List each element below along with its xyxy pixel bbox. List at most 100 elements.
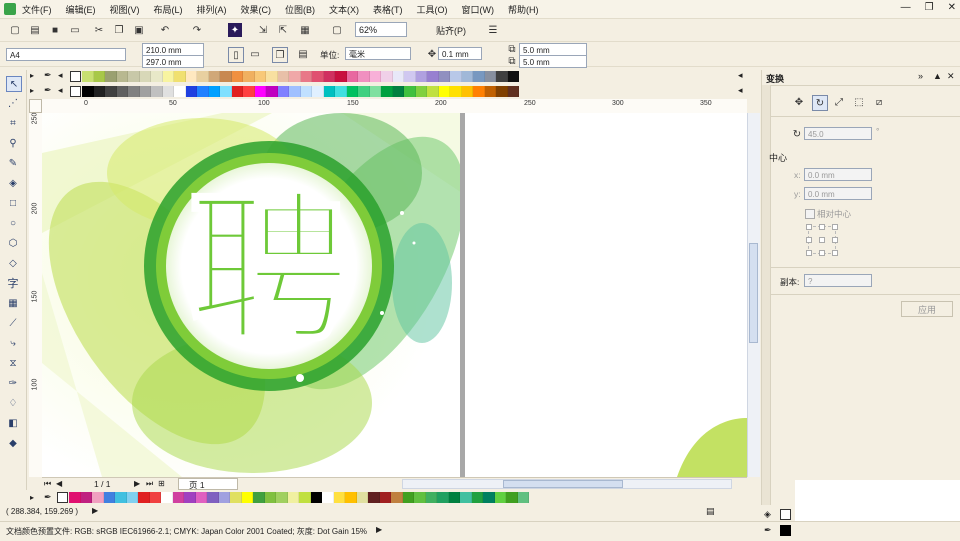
color-swatch[interactable] [450, 71, 462, 82]
export-icon[interactable]: ⇱ [276, 23, 290, 37]
color-swatch[interactable] [161, 492, 173, 503]
color-swatch[interactable] [484, 86, 496, 97]
color-swatch[interactable] [404, 71, 416, 82]
horizontal-ruler[interactable]: 0 50 100 150 200 250 300 350 [42, 99, 747, 114]
center-y-field[interactable]: 0.0 mm [804, 187, 872, 200]
color-swatch[interactable] [92, 492, 104, 503]
paste-icon[interactable]: ▣ [132, 23, 146, 37]
color-swatch[interactable] [323, 86, 335, 97]
no-color-swatch-2[interactable] [70, 86, 81, 97]
color-swatch[interactable] [425, 492, 437, 503]
color-swatch[interactable] [128, 86, 140, 97]
color-swatch[interactable] [277, 71, 289, 82]
color-swatch[interactable] [69, 492, 81, 503]
color-swatch[interactable] [174, 86, 186, 97]
copy-icon[interactable]: ❐ [112, 23, 126, 37]
color-swatch[interactable] [404, 86, 416, 97]
color-swatch[interactable] [185, 86, 197, 97]
palette-eyedropper-icon[interactable]: ✒ [44, 70, 56, 82]
menu-arrange[interactable]: 排列(A) [197, 3, 227, 16]
color-swatch[interactable] [448, 492, 460, 503]
color-swatch[interactable] [415, 86, 427, 97]
color-swatch[interactable] [82, 86, 94, 97]
color-swatch[interactable] [174, 71, 186, 82]
shape-tool-icon[interactable]: ⋰ [6, 96, 20, 110]
color-swatch[interactable] [185, 71, 197, 82]
color-swatch[interactable] [300, 71, 312, 82]
ellipse-tool-icon[interactable]: ○ [6, 216, 20, 230]
color-swatch[interactable] [358, 71, 370, 82]
copies-field[interactable]: ? [804, 274, 872, 287]
color-swatch[interactable] [266, 71, 278, 82]
color-swatch[interactable] [151, 86, 163, 97]
polygon-tool-icon[interactable]: ⬡ [6, 236, 20, 250]
color-swatch[interactable] [402, 492, 414, 503]
color-swatch[interactable] [369, 71, 381, 82]
color-swatch[interactable] [243, 71, 255, 82]
color-swatch[interactable] [484, 71, 496, 82]
color-swatch[interactable] [105, 71, 117, 82]
crop-tool-icon[interactable]: ⌗ [6, 116, 20, 130]
color-swatch[interactable] [346, 71, 358, 82]
color-swatch[interactable] [461, 71, 473, 82]
units-select[interactable]: 毫米 [345, 47, 411, 60]
scale-icon[interactable]: ⤢ [832, 95, 846, 109]
center-x-field[interactable]: 0.0 mm [804, 168, 872, 181]
vertical-scrollbar[interactable] [747, 113, 760, 477]
undo-icon[interactable]: ↶ [158, 23, 172, 37]
landscape-icon[interactable]: ▭ [248, 47, 262, 61]
color-swatch[interactable] [473, 86, 485, 97]
color-swatch[interactable] [471, 492, 483, 503]
first-page-icon[interactable]: ⏮ [44, 479, 51, 489]
color-swatch[interactable] [184, 492, 196, 503]
color-swatch[interactable] [335, 86, 347, 97]
menu-file[interactable]: 文件(F) [22, 3, 52, 16]
zoom-level-select[interactable]: 62% [355, 22, 407, 37]
color-swatch[interactable] [289, 71, 301, 82]
redo-icon[interactable]: ↷ [190, 23, 204, 37]
current-page-icon[interactable]: ▤ [296, 47, 310, 61]
freehand-tool-icon[interactable]: ✎ [6, 156, 20, 170]
menu-help[interactable]: 帮助(H) [508, 3, 539, 16]
color-swatch[interactable] [197, 71, 209, 82]
page-tab[interactable]: 页 1 [178, 478, 238, 490]
connector-tool-icon[interactable]: ⤷ [6, 336, 20, 350]
minimize-button[interactable]: — [901, 2, 911, 13]
color-swatch[interactable] [172, 492, 184, 503]
color-swatch[interactable] [93, 86, 105, 97]
color-swatch[interactable] [218, 492, 230, 503]
menu-window[interactable]: 窗口(W) [462, 3, 495, 16]
color-swatch[interactable] [496, 71, 508, 82]
angle-field[interactable]: 45.0 [804, 127, 872, 140]
menu-table[interactable]: 表格(T) [373, 3, 403, 16]
color-swatch[interactable] [345, 492, 357, 503]
status-expand-icon[interactable]: ▶ [92, 506, 98, 515]
color-swatch[interactable] [243, 86, 255, 97]
color-swatch[interactable] [162, 86, 174, 97]
open-folder-icon[interactable]: ▤ [28, 23, 42, 37]
color-swatch[interactable] [323, 71, 335, 82]
color-swatch[interactable] [415, 71, 427, 82]
fill-indicator-icon[interactable]: ◈ [764, 509, 776, 521]
color-swatch[interactable] [207, 492, 219, 503]
color-swatch[interactable] [312, 71, 324, 82]
outline-color-swatch[interactable] [780, 525, 791, 536]
restore-button[interactable]: ❐ [925, 2, 934, 13]
ruler-origin[interactable] [29, 99, 42, 113]
color-swatch[interactable] [299, 492, 311, 503]
palette-2-expand-icon[interactable]: ◂ [738, 85, 743, 96]
basic-shapes-icon[interactable]: ◇ [6, 256, 20, 270]
color-swatch[interactable] [231, 71, 243, 82]
color-swatch[interactable] [346, 86, 358, 97]
publish-pdf-icon[interactable]: ▦ [298, 23, 312, 37]
color-swatch[interactable] [149, 492, 161, 503]
color-swatch[interactable] [241, 492, 253, 503]
palette-2-left-arrow-icon[interactable]: ◂ [58, 85, 68, 97]
color-swatch[interactable] [80, 492, 92, 503]
page-size-select[interactable]: A4 [6, 48, 126, 61]
palette-2-scroll-icon[interactable]: ▸ [30, 86, 40, 96]
color-swatch[interactable] [392, 71, 404, 82]
menu-edit[interactable]: 编辑(E) [66, 3, 96, 16]
relative-center-checkbox[interactable] [805, 209, 815, 219]
color-swatch[interactable] [437, 492, 449, 503]
